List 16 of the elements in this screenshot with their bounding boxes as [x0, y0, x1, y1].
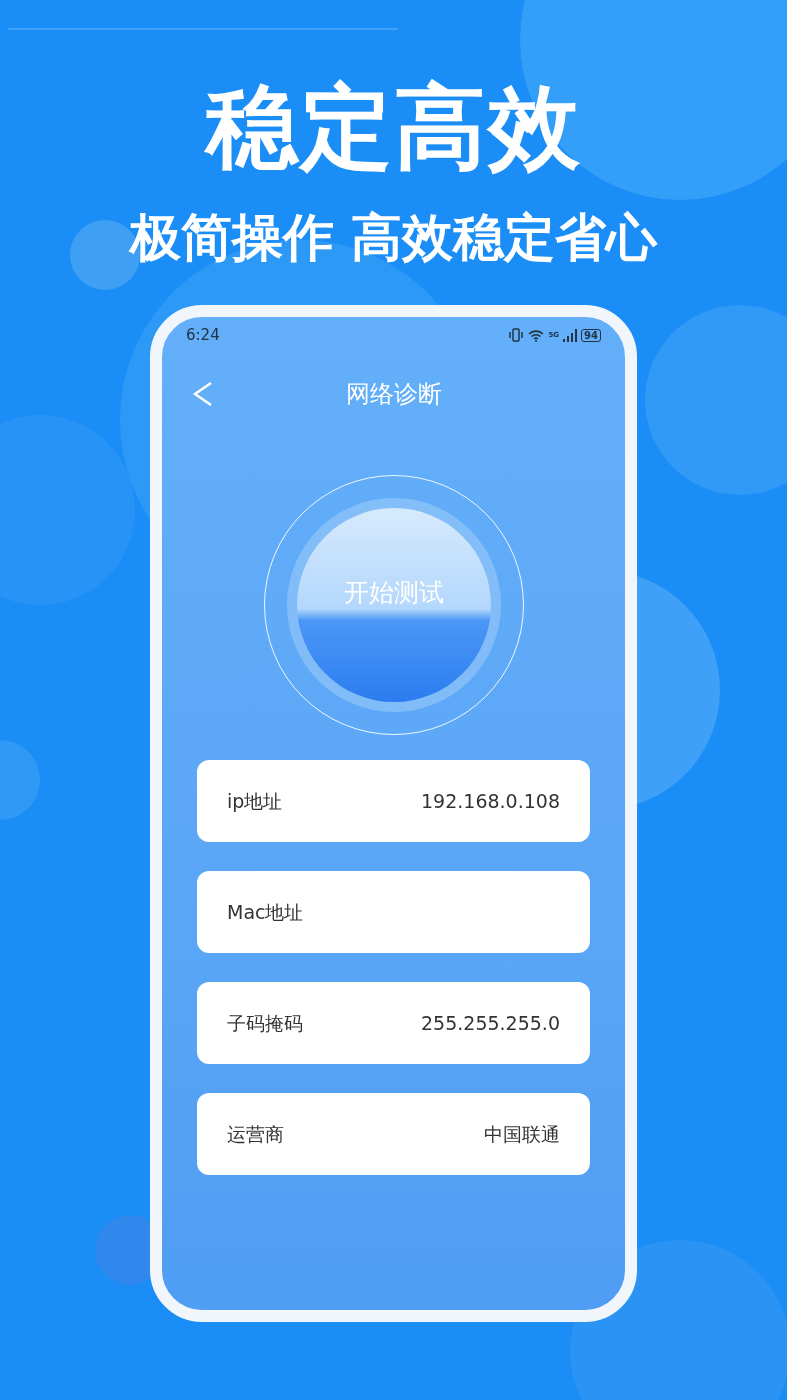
info-label: 子码掩码 [227, 1010, 303, 1036]
info-value: 192.168.0.108 [421, 788, 560, 814]
info-label: Mac地址 [227, 899, 304, 925]
back-icon[interactable] [192, 381, 214, 407]
wifi-icon [528, 328, 545, 342]
status-time: 6:24 [186, 324, 220, 346]
battery-level: 94 [581, 328, 601, 342]
info-label: ip地址 [227, 788, 283, 814]
vibrate-icon [508, 328, 525, 342]
subheadline: 极简操作 高效稳定省心 [129, 212, 658, 263]
info-value: 255.255.255.0 [421, 1010, 560, 1036]
screen-title: 网络诊断 [345, 379, 442, 410]
info-label: 运营商 [227, 1121, 284, 1147]
signal-icon [563, 328, 578, 342]
start-test-button[interactable]: 开始测试 [296, 508, 491, 702]
info-value: 中国联通 [484, 1121, 560, 1147]
